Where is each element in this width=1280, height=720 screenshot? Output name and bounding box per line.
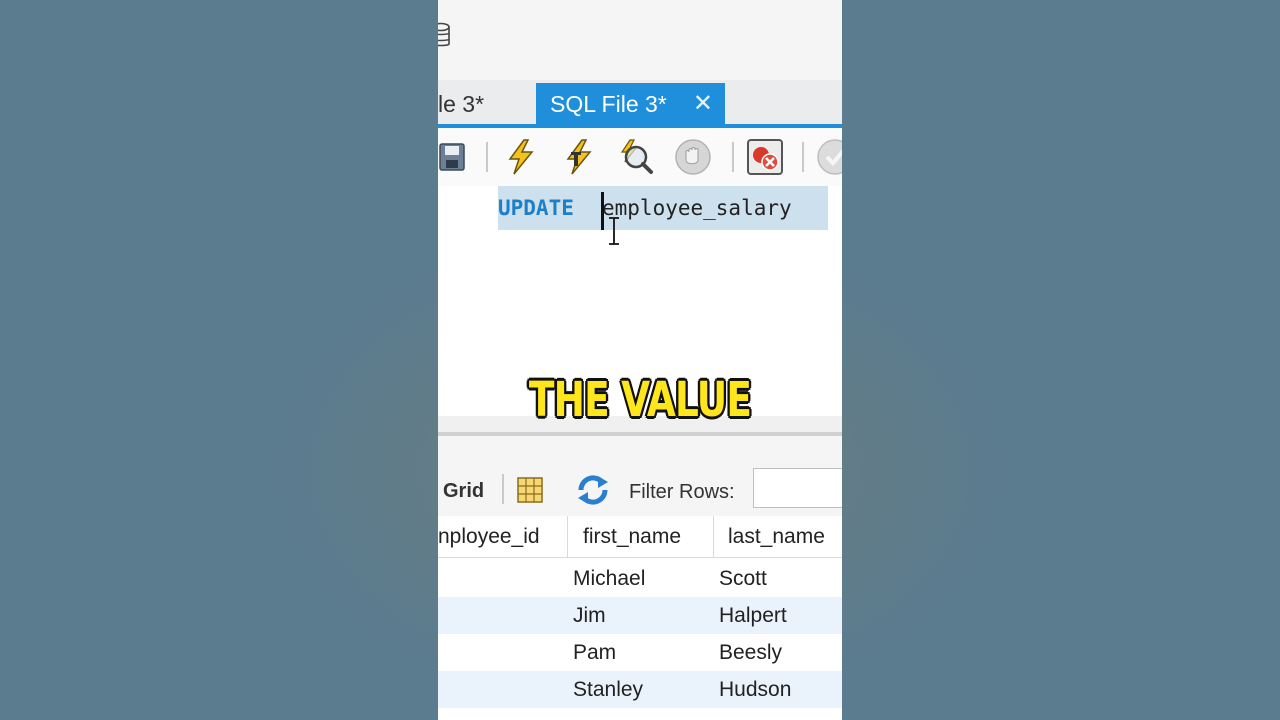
commit-icon[interactable] [816,138,842,176]
toolbar-separator [502,474,504,504]
tab-label: le 3* [438,91,485,117]
stop-icon[interactable] [674,138,712,176]
cell-first-name: Jim [573,604,606,627]
cell-last-name: Scott [719,567,767,590]
toggle-stop-on-error-icon[interactable] [746,138,784,176]
table-row[interactable]: Pam Beesly [438,634,842,671]
tab-sql-file-3[interactable]: SQL File 3* ✕ [536,83,725,125]
table-row[interactable]: Stanley Hudson [438,671,842,708]
toolbar-separator [486,142,488,172]
toolbar-separator [802,142,804,172]
toolbar-separator [732,142,734,172]
cell-last-name: Halpert [719,604,787,627]
table-row-partial[interactable] [438,708,842,720]
execute-icon[interactable] [502,138,540,176]
close-icon[interactable]: ✕ [693,83,713,125]
result-toolbar: Grid Filter Rows: [438,436,842,516]
editor-toolbar [438,128,842,186]
explain-icon[interactable] [616,138,654,176]
cell-last-name: Hudson [719,678,792,701]
column-header-first-name[interactable]: first_name [568,516,714,558]
column-header-employee-id[interactable]: nployee_id [438,516,568,558]
result-grid: nployee_id first_name last_name Michael … [438,516,842,720]
table-identifier: employee_salary [602,196,792,220]
database-icon[interactable] [438,22,450,50]
cell-first-name: Pam [573,641,617,664]
grid-view-icon[interactable] [516,476,544,504]
video-caption: THE VALUE [528,372,752,428]
execute-current-icon[interactable] [560,138,598,176]
refresh-icon[interactable] [576,474,610,506]
cell-last-name: Beesly [719,641,783,664]
filter-rows-input[interactable] [753,468,842,508]
save-icon[interactable] [438,138,476,176]
sql-keyword: UPDATE [498,196,574,220]
tab-label: SQL File 3* [550,91,667,117]
table-row[interactable]: Michael Scott [438,560,842,597]
ibeam-cursor-icon [609,217,619,245]
column-header-last-name[interactable]: last_name [714,516,842,558]
cell-first-name: Stanley [573,678,644,701]
tab-sql-file-previous[interactable]: le 3* [438,84,484,124]
filter-rows-label: Filter Rows: [629,481,735,503]
cell-first-name: Michael [573,567,646,590]
text-caret [601,192,604,230]
tab-bar: le 3* SQL File 3* ✕ [438,80,842,126]
table-row[interactable]: Jim Halpert [438,597,842,634]
result-grid-label: Grid [443,480,485,502]
workbench-window: le 3* SQL File 3* ✕ UPDATE employee_sala… [438,0,842,720]
top-bar [438,0,842,80]
